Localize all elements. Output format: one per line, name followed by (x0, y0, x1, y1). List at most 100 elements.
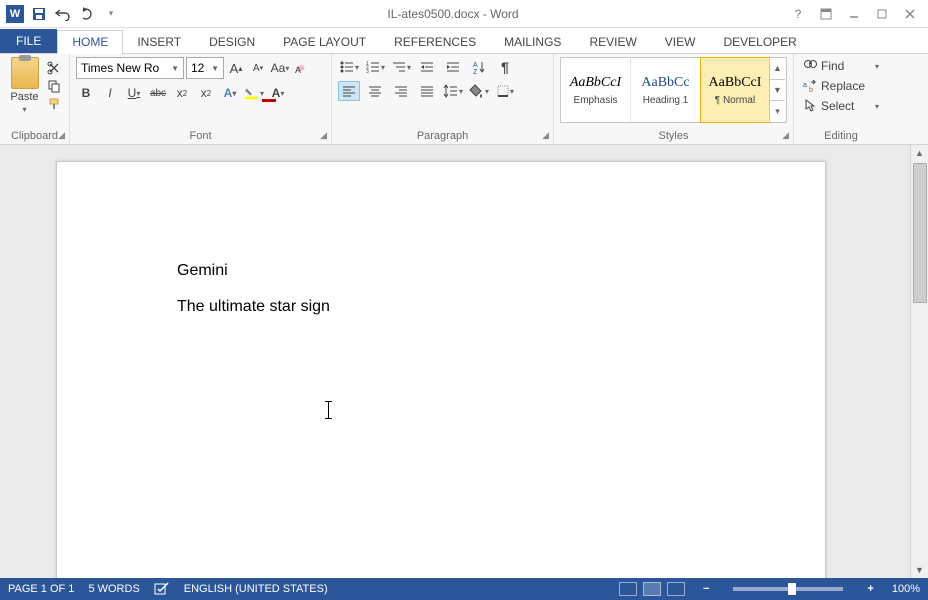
tab-mailings[interactable]: MAILINGS (490, 31, 575, 53)
tab-references[interactable]: REFERENCES (380, 31, 490, 53)
strikethrough-button[interactable]: abc (148, 83, 168, 103)
proofing-icon[interactable] (154, 582, 170, 596)
align-center-button[interactable] (364, 81, 386, 101)
zoom-out-button[interactable]: − (699, 583, 713, 595)
status-language[interactable]: ENGLISH (UNITED STATES) (184, 583, 328, 595)
page[interactable]: Gemini The ultimate star sign (56, 161, 826, 578)
tab-file[interactable]: FILE (0, 29, 57, 53)
scroll-up-icon[interactable]: ▲ (911, 145, 928, 161)
maximize-icon[interactable] (874, 6, 890, 22)
select-button[interactable]: Select▾ (800, 97, 882, 115)
zoom-slider[interactable] (733, 587, 843, 591)
word-logo-icon: W (6, 5, 24, 23)
zoom-level[interactable]: 100% (892, 583, 920, 595)
text-cursor-icon (328, 401, 329, 419)
find-icon (803, 59, 817, 73)
style-emphasis[interactable]: AaBbCcI Emphasis (561, 58, 631, 122)
group-paragraph-label: Paragraph (338, 128, 547, 142)
styles-dialog-launcher-icon[interactable]: ◢ (782, 130, 789, 141)
window-controls: ? (780, 6, 928, 22)
svg-text:A: A (473, 62, 478, 69)
paragraph-1[interactable]: Gemini (177, 262, 705, 280)
change-case-icon[interactable]: Aa▾ (270, 58, 290, 78)
ribbon-display-options-icon[interactable] (818, 6, 834, 22)
tab-design[interactable]: DESIGN (195, 31, 269, 53)
select-label: Select (821, 99, 854, 113)
paragraph-2[interactable]: The ultimate star sign (177, 298, 705, 316)
underline-button[interactable]: U▾ (124, 83, 144, 103)
qat-customize-icon[interactable]: ▾ (102, 5, 120, 23)
scroll-down-icon[interactable]: ▼ (911, 562, 928, 578)
vertical-scrollbar[interactable]: ▲ ▼ (910, 145, 928, 578)
web-layout-icon[interactable] (667, 582, 685, 596)
styles-gallery: AaBbCcI Emphasis AaBbCc Heading 1 AaBbCc… (560, 57, 787, 123)
tab-home[interactable]: HOME (57, 30, 123, 53)
style-normal[interactable]: AaBbCcI ¶ Normal (700, 57, 770, 123)
zoom-in-button[interactable]: + (863, 583, 877, 595)
print-layout-icon[interactable] (643, 582, 661, 596)
paste-button[interactable]: Paste ▾ (6, 57, 43, 114)
undo-icon[interactable] (54, 5, 72, 23)
close-icon[interactable] (902, 6, 918, 22)
status-page[interactable]: PAGE 1 OF 1 (8, 583, 74, 595)
line-spacing-icon[interactable]: ▾ (442, 81, 464, 101)
bold-button[interactable]: B (76, 83, 96, 103)
superscript-icon[interactable]: x2 (196, 83, 216, 103)
style-heading1[interactable]: AaBbCc Heading 1 (631, 58, 701, 122)
tab-insert[interactable]: INSERT (123, 31, 195, 53)
tab-view[interactable]: VIEW (651, 31, 710, 53)
copy-icon[interactable] (47, 79, 63, 93)
tab-developer[interactable]: DEVELOPER (709, 31, 810, 53)
scroll-thumb[interactable] (913, 163, 927, 303)
highlight-color-icon[interactable]: ▾ (244, 83, 264, 103)
redo-icon[interactable] (78, 5, 96, 23)
svg-text:Z: Z (473, 69, 478, 74)
grow-font-icon[interactable]: A▴ (226, 58, 246, 78)
document-area[interactable]: Gemini The ultimate star sign (0, 145, 910, 578)
font-color-icon[interactable]: A▾ (268, 83, 288, 103)
shrink-font-icon[interactable]: A▾ (248, 58, 268, 78)
svg-text:3: 3 (366, 69, 369, 74)
gallery-more-icon[interactable]: ▾ (770, 101, 785, 122)
minimize-icon[interactable] (846, 6, 862, 22)
shading-icon[interactable]: ▾ (468, 81, 490, 101)
numbering-icon[interactable]: 123▾ (364, 57, 386, 77)
clear-formatting-icon[interactable]: A (292, 58, 312, 78)
text-effects-icon[interactable]: A▾ (220, 83, 240, 103)
bullets-icon[interactable]: ▾ (338, 57, 360, 77)
gallery-nav: ▲ ▼ ▾ (769, 58, 785, 122)
align-right-button[interactable] (390, 81, 412, 101)
tab-review[interactable]: REVIEW (575, 31, 650, 53)
replace-label: Replace (821, 79, 865, 93)
gallery-up-icon[interactable]: ▲ (770, 58, 785, 80)
gallery-down-icon[interactable]: ▼ (770, 80, 785, 102)
borders-icon[interactable]: ▾ (494, 81, 516, 101)
multilevel-list-icon[interactable]: ▾ (390, 57, 412, 77)
group-styles-label: Styles (560, 128, 787, 142)
clipboard-dialog-launcher-icon[interactable]: ◢ (58, 130, 65, 141)
decrease-indent-icon[interactable] (416, 57, 438, 77)
italic-button[interactable]: I (100, 83, 120, 103)
tab-page-layout[interactable]: PAGE LAYOUT (269, 31, 380, 53)
find-button[interactable]: Find▾ (800, 57, 882, 75)
style-name: Emphasis (574, 95, 618, 106)
justify-button[interactable] (416, 81, 438, 101)
read-mode-icon[interactable] (619, 582, 637, 596)
subscript-icon[interactable]: x2 (172, 83, 192, 103)
sort-icon[interactable]: AZ (468, 57, 490, 77)
font-dialog-launcher-icon[interactable]: ◢ (320, 130, 327, 141)
help-icon[interactable]: ? (790, 6, 806, 22)
font-name-combo[interactable]: Times New Ro▼ (76, 57, 184, 79)
group-editing: Find▾ ab Replace Select▾ Editing (794, 54, 888, 144)
status-words[interactable]: 5 WORDS (88, 583, 139, 595)
cut-icon[interactable] (47, 61, 63, 75)
replace-button[interactable]: ab Replace (800, 77, 882, 95)
increase-indent-icon[interactable] (442, 57, 464, 77)
zoom-slider-handle[interactable] (788, 583, 796, 595)
align-left-button[interactable] (338, 81, 360, 101)
format-painter-icon[interactable] (47, 97, 63, 111)
save-icon[interactable] (30, 5, 48, 23)
font-size-combo[interactable]: 12▼ (186, 57, 224, 79)
paragraph-dialog-launcher-icon[interactable]: ◢ (542, 130, 549, 141)
show-hide-icon[interactable]: ¶ (494, 57, 516, 77)
